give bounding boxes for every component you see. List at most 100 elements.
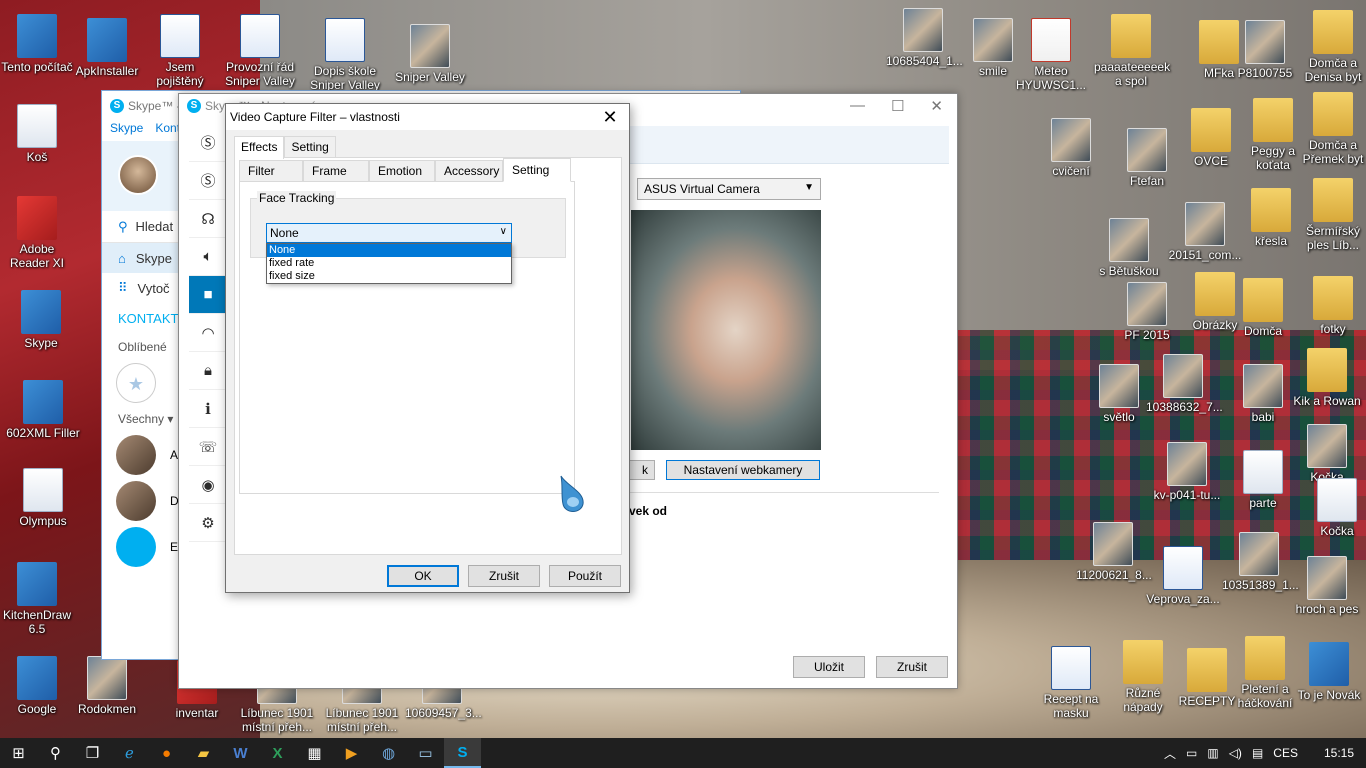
- ok-button[interactable]: OK: [387, 565, 459, 587]
- volume-icon[interactable]: ◁): [1229, 746, 1242, 760]
- desktop-icon[interactable]: Koš: [0, 104, 74, 164]
- option-none[interactable]: None: [267, 244, 511, 257]
- info-icon[interactable]: ℹ: [189, 390, 227, 428]
- phone-icon[interactable]: ☏: [189, 428, 227, 466]
- camera-select[interactable]: ASUS Virtual Camera ▼: [637, 178, 821, 200]
- avatar[interactable]: [118, 155, 158, 195]
- desktop-icon[interactable]: KitchenDraw 6.5: [0, 562, 74, 636]
- minimize-icon[interactable]: —: [850, 97, 865, 115]
- menu-skype[interactable]: Skype: [110, 121, 143, 141]
- desktop-icon[interactable]: To je Novák: [1292, 642, 1366, 702]
- skype-settings-icon[interactable]: Ⓢ: [189, 124, 227, 162]
- file-explorer-icon[interactable]: ▰: [185, 738, 222, 768]
- tab-effects[interactable]: Effects: [234, 136, 285, 159]
- app-window-icon[interactable]: ▭: [407, 738, 444, 768]
- desktop-icon[interactable]: Pletení a háčkování: [1228, 636, 1302, 710]
- app-globe-icon[interactable]: ◍: [370, 738, 407, 768]
- desktop-icon[interactable]: kv-p041-tu...: [1150, 442, 1224, 502]
- word-icon[interactable]: W: [222, 738, 259, 768]
- tab-setting[interactable]: Setting: [284, 136, 336, 158]
- desktop-icon[interactable]: Kočka: [1300, 478, 1366, 538]
- desktop-icon[interactable]: hroch a pes: [1290, 556, 1364, 616]
- tab-frame[interactable]: Frame: [303, 160, 369, 182]
- desktop-icon[interactable]: Různé nápady: [1106, 640, 1180, 714]
- desktop-icon[interactable]: Skype: [4, 290, 78, 350]
- desktop-icon[interactable]: s Bětuškou: [1092, 218, 1166, 278]
- desktop-icon[interactable]: paaaateeeeek a spol: [1094, 14, 1170, 88]
- desktop-icon[interactable]: 11200621_8...: [1076, 522, 1152, 582]
- desktop-icon[interactable]: Dopis škole Sniper Valley: [308, 18, 382, 92]
- battery-icon[interactable]: ▭: [1186, 746, 1197, 760]
- desktop-icon[interactable]: cvičení: [1034, 118, 1108, 178]
- video-camera-icon[interactable]: ■: [189, 276, 227, 314]
- option-fixed-size[interactable]: fixed size: [267, 270, 511, 283]
- desktop-icon[interactable]: Šermířský ples Líb...: [1296, 178, 1366, 252]
- desktop-icon[interactable]: Olympus: [6, 468, 80, 528]
- apply-button[interactable]: Použít: [549, 565, 621, 587]
- desktop-icon[interactable]: 10351389_1...: [1222, 532, 1299, 592]
- desktop-icon[interactable]: Google: [0, 656, 74, 716]
- wifi-icon[interactable]: ◠: [189, 314, 227, 352]
- desktop-icon[interactable]: P8100755: [1228, 20, 1302, 80]
- skype-general-icon[interactable]: Ⓢ: [189, 162, 227, 200]
- desktop-icon[interactable]: 10685404_1...: [886, 8, 963, 68]
- desktop-icon[interactable]: Ftefan: [1110, 128, 1184, 188]
- notifications-icon[interactable]: ▤: [1252, 746, 1263, 760]
- desktop-icon[interactable]: Tento počítač: [0, 14, 74, 74]
- desktop-icon[interactable]: fotky: [1296, 276, 1366, 336]
- desktop-icon[interactable]: 10388632_7...: [1146, 354, 1223, 414]
- face-tracking-select[interactable]: None ∨: [266, 223, 512, 243]
- webcam-settings-button[interactable]: Nastavení webkamery: [666, 460, 820, 480]
- option-fixed-rate[interactable]: fixed rate: [267, 257, 511, 270]
- desktop-icon[interactable]: 602XML Filler: [6, 380, 80, 440]
- tab-inner-setting[interactable]: Setting: [503, 158, 571, 182]
- desktop-icon[interactable]: parte: [1226, 450, 1300, 510]
- close-icon[interactable]: ✕: [597, 106, 623, 128]
- desktop-icon[interactable]: Domča a Přemek byt: [1296, 92, 1366, 166]
- firefox-icon[interactable]: ●: [148, 738, 185, 768]
- tab-filter[interactable]: Filter: [239, 160, 303, 182]
- desktop-icon[interactable]: Meteo HYUWSC1...: [1014, 18, 1088, 92]
- calculator-icon[interactable]: ▦: [296, 738, 333, 768]
- maximize-icon[interactable]: ☐: [891, 97, 904, 115]
- speaker-icon[interactable]: 🔈︎: [189, 238, 227, 276]
- desktop-icon[interactable]: Domča: [1226, 278, 1300, 338]
- desktop-icon[interactable]: Kočka: [1290, 424, 1364, 484]
- tab-emotion[interactable]: Emotion: [369, 160, 435, 182]
- skype-taskbar-icon[interactable]: S: [444, 738, 481, 768]
- cancel-button[interactable]: Zrušit: [876, 656, 948, 678]
- network-icon[interactable]: ▥: [1207, 746, 1218, 760]
- media-player-icon[interactable]: ▶: [333, 738, 370, 768]
- search-icon[interactable]: ⚲: [37, 738, 74, 768]
- desktop-icon[interactable]: 20151_com...: [1168, 202, 1242, 262]
- desktop-icon[interactable]: Provozní řád Sniper Valley: [223, 14, 297, 88]
- desktop-icon[interactable]: světlo: [1082, 364, 1156, 424]
- desktop-icon[interactable]: Rodokmen: [70, 656, 144, 716]
- desktop-icon[interactable]: Adobe Reader XI: [0, 196, 74, 270]
- desktop-icon[interactable]: Kik a Rowan: [1290, 348, 1364, 408]
- save-button[interactable]: Uložit: [793, 656, 865, 678]
- desktop-icon[interactable]: Sniper Valley: [393, 24, 467, 84]
- desktop-icon[interactable]: Recept na masku: [1034, 646, 1108, 720]
- cancel-button[interactable]: Zrušit: [468, 565, 540, 587]
- chat-icon[interactable]: ◉: [189, 466, 227, 504]
- task-view-icon[interactable]: ❐: [74, 738, 111, 768]
- menu-contacts[interactable]: Kont: [155, 121, 180, 141]
- desktop-icon[interactable]: Jsem pojištěný: [143, 14, 217, 88]
- desktop-icon[interactable]: babi: [1226, 364, 1300, 424]
- desktop-icon[interactable]: ApkInstaller: [70, 18, 144, 78]
- desktop-icon[interactable]: PF 2015: [1110, 282, 1184, 342]
- desktop-icon[interactable]: Veprova_za...: [1146, 546, 1220, 606]
- desktop-icon[interactable]: Domča a Denisa byt: [1296, 10, 1366, 84]
- chevron-up-icon[interactable]: ︿: [1164, 745, 1176, 762]
- clock[interactable]: 15:15: [1324, 746, 1354, 760]
- headset-icon[interactable]: ☊: [189, 200, 227, 238]
- excel-icon[interactable]: X: [259, 738, 296, 768]
- gear-icon[interactable]: ⚙: [189, 504, 227, 542]
- internet-explorer-icon[interactable]: ℯ: [111, 738, 148, 768]
- tab-accessory[interactable]: Accessory: [435, 160, 503, 182]
- close-icon[interactable]: ✕: [930, 97, 943, 115]
- lock-icon[interactable]: 🔒︎: [189, 352, 227, 390]
- start-windows-icon[interactable]: ⊞: [0, 738, 37, 768]
- language-indicator[interactable]: CES: [1273, 746, 1298, 760]
